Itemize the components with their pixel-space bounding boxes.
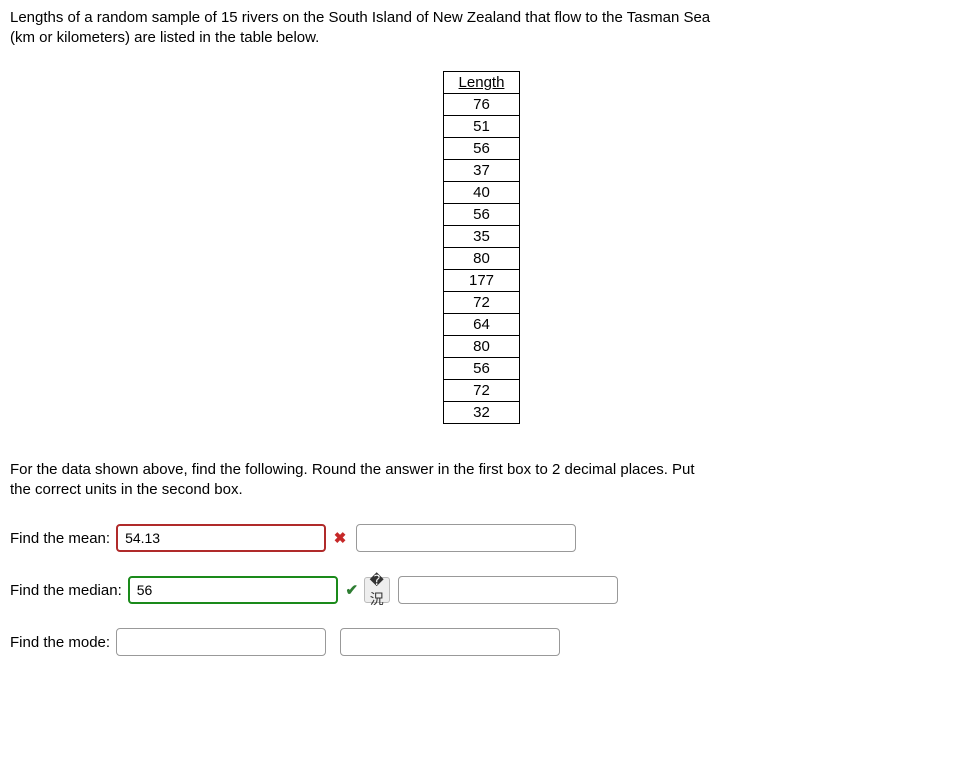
table-cell: 80	[444, 247, 520, 269]
table-cell: 80	[444, 335, 520, 357]
mode-label: Find the mode:	[10, 634, 110, 651]
mode-input[interactable]	[116, 628, 326, 656]
table-cell: 32	[444, 401, 520, 423]
length-table: Length 7651563740563580177726480567232	[443, 71, 520, 424]
table-cell: 76	[444, 93, 520, 115]
table-cell: 56	[444, 203, 520, 225]
retry-icon: �況	[365, 572, 389, 609]
median-input[interactable]	[128, 576, 338, 604]
table-cell: 56	[444, 137, 520, 159]
table-cell: 51	[444, 115, 520, 137]
median-row: Find the median: ✔ �況	[10, 576, 953, 604]
table-cell: 72	[444, 379, 520, 401]
incorrect-icon: ✖	[332, 530, 348, 546]
mean-units-input[interactable]	[356, 524, 576, 552]
median-label: Find the median:	[10, 582, 122, 599]
instructions-line-1: For the data shown above, find the follo…	[10, 461, 695, 478]
median-units-input[interactable]	[398, 576, 618, 604]
mode-units-input[interactable]	[340, 628, 560, 656]
table-cell: 64	[444, 313, 520, 335]
data-table-container: Length 7651563740563580177726480567232	[10, 71, 953, 424]
table-cell: 40	[444, 181, 520, 203]
table-header: Length	[444, 71, 520, 93]
table-cell: 35	[444, 225, 520, 247]
mean-row: Find the mean: ✖	[10, 524, 953, 552]
instructions-line-2: the correct units in the second box.	[10, 481, 243, 498]
table-cell: 177	[444, 269, 520, 291]
instructions: For the data shown above, find the follo…	[10, 460, 953, 501]
problem-line-2: (km or kilometers) are listed in the tab…	[10, 29, 319, 46]
mode-row: Find the mode:	[10, 628, 953, 656]
retry-button[interactable]: �況	[364, 577, 390, 603]
problem-line-1: Lengths of a random sample of 15 rivers …	[10, 9, 710, 26]
mean-input[interactable]	[116, 524, 326, 552]
mean-label: Find the mean:	[10, 530, 110, 547]
table-cell: 72	[444, 291, 520, 313]
correct-icon: ✔	[344, 582, 360, 598]
table-cell: 56	[444, 357, 520, 379]
problem-statement: Lengths of a random sample of 15 rivers …	[10, 8, 953, 49]
table-cell: 37	[444, 159, 520, 181]
